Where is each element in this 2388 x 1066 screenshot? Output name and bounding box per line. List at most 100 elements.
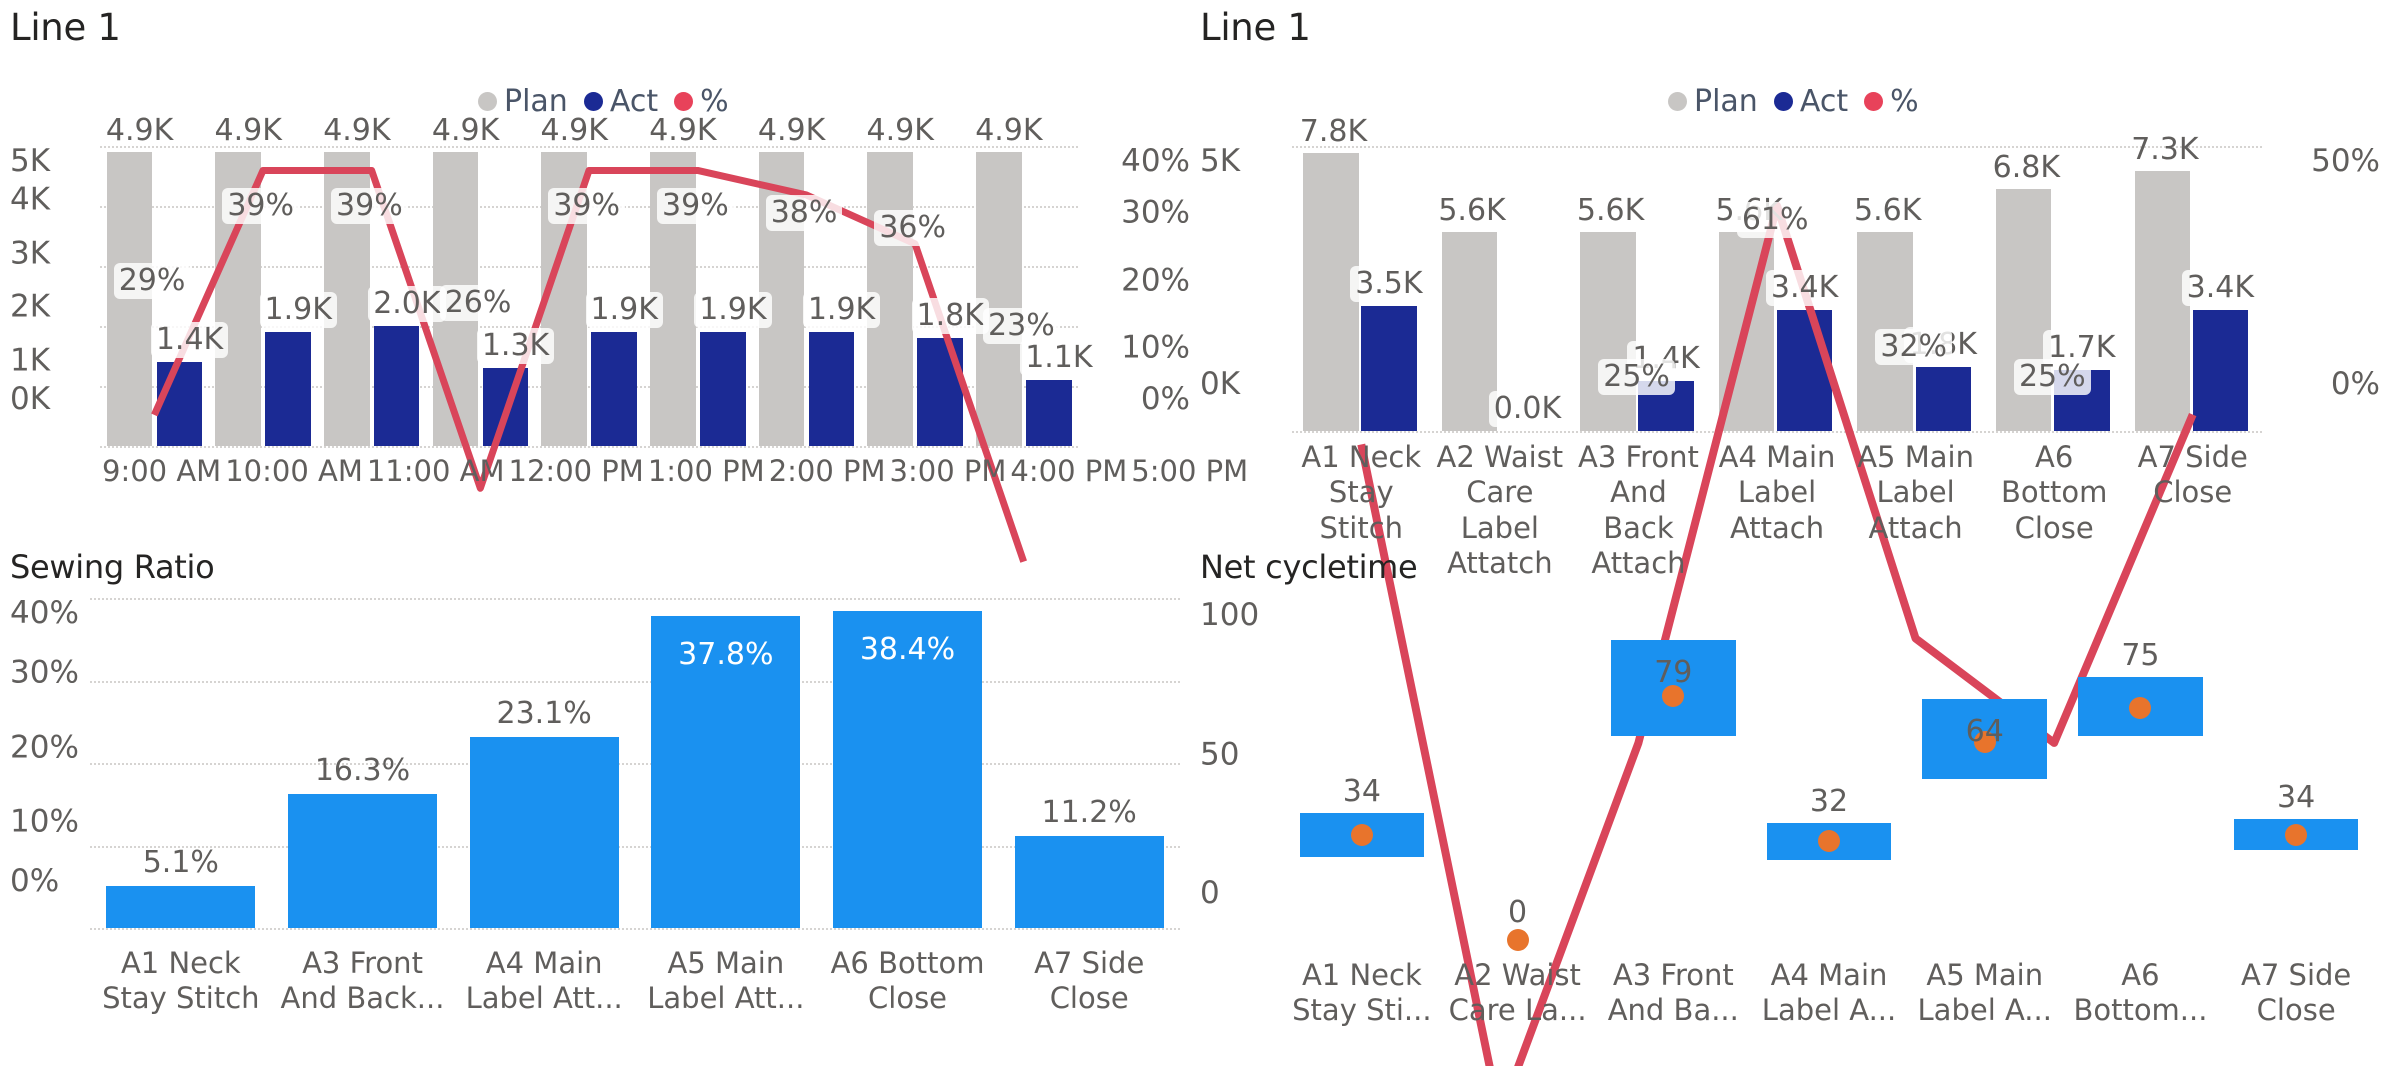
sewing-ratio-value-label: 37.8% bbox=[678, 637, 774, 673]
x-axis-label: 10:00 AM bbox=[225, 454, 363, 488]
plan-value-label: 7.3K bbox=[2131, 131, 2199, 167]
x-axis-label: A7 Side Close bbox=[1034, 946, 1145, 1016]
percent-value-label: 36% bbox=[874, 210, 952, 246]
x-axis-label: 4:00 PM bbox=[1010, 454, 1128, 488]
dashboard-root: Line 1 Plan Act % 5K 4K 3K 2K 1K 0K 40% 30% 20%… bbox=[0, 0, 2388, 1066]
x-axis-label: A4 Main Label A... bbox=[1761, 958, 1897, 1028]
cycletime-value-label: 75 bbox=[2121, 638, 2160, 674]
legend-dot-act-icon-2 bbox=[1773, 92, 1793, 111]
legend-dot-plan-icon bbox=[478, 92, 497, 111]
percent-value-label: 39% bbox=[657, 187, 734, 224]
cycletime-data-labels: 34 0 79 32 64 75 34 bbox=[1284, 600, 2374, 940]
axis-tick-label: 0% bbox=[1140, 381, 1190, 417]
x-axis-label: A1 Neck Stay Stitch bbox=[102, 946, 260, 1016]
hourly-y-axis-left: 5K 4K 3K 2K 1K 0K bbox=[10, 146, 50, 446]
plan-value-label: 4.9K bbox=[323, 113, 391, 148]
x-axis-label: 2:00 PM bbox=[768, 454, 886, 488]
panel-title-net-cycletime: Net cycletime bbox=[1200, 548, 1418, 586]
x-axis-label: 12:00 PM bbox=[508, 454, 644, 488]
sewing-ratio-value-label: 38.4% bbox=[859, 632, 956, 668]
x-axis-label: 9:00 AM bbox=[102, 454, 222, 488]
chart-sewing-ratio-plot-area: 40% 30% 20% 10% 0% 5.1% 16.3% 23.1% 37.8% 38.4% 1… bbox=[10, 598, 1190, 930]
cycletime-value-label: 79 bbox=[1654, 655, 1693, 691]
panel-sewing-ratio: Sewing Ratio 40% 30% 20% 10% 0% 5.1% 16.3% 23.… bbox=[10, 548, 1190, 1058]
axis-tick-label: 0 bbox=[1200, 875, 1220, 911]
plan-value-label: 5.6K bbox=[1438, 192, 1506, 228]
plan-value-label: 4.9K bbox=[757, 113, 826, 148]
sewing-ratio-value-label: 16.3% bbox=[314, 752, 411, 788]
legend-item-plan-2[interactable]: Plan bbox=[1668, 84, 1758, 119]
x-axis-label: A1 Neck Stay Sti... bbox=[1292, 958, 1432, 1028]
axis-tick-label: 0K bbox=[1200, 366, 1241, 402]
sewing-y-axis: 40% 30% 20% 10% 0% bbox=[10, 598, 79, 928]
sewing-data-labels: 5.1% 16.3% 23.1% 37.8% 38.4% 11.2% bbox=[90, 598, 1180, 928]
cycletime-plot: 34 0 79 32 64 75 34 bbox=[1284, 600, 2374, 951]
axis-tick-label: 40% bbox=[1121, 143, 1190, 179]
act-value-label: 1.1K bbox=[1020, 340, 1098, 376]
act-value-label: 3.5K bbox=[1350, 266, 1428, 303]
sewing-ratio-value-label: 23.1% bbox=[496, 696, 592, 732]
axis-tick-label: 5K bbox=[1200, 143, 1241, 179]
panel-title-sewing-ratio: Sewing Ratio bbox=[10, 548, 215, 586]
plan-value-label: 5.6K bbox=[1854, 192, 1922, 228]
x-axis-label: A3 Front And Ba... bbox=[1607, 958, 1739, 1028]
x-axis-label: 3:00 PM bbox=[889, 454, 1007, 488]
operation-plot: 7.8K5.6K5.6K5.6K5.6K6.8K7.3K3.5K0.0K1.4K… bbox=[1292, 117, 2262, 431]
legend-dot-act-icon bbox=[583, 92, 603, 111]
x-axis-label: A7 Side Close bbox=[2241, 958, 2352, 1028]
cycletime-value-label: 0 bbox=[1508, 895, 1528, 930]
operation-y-axis-right: 50% 0% bbox=[2311, 146, 2380, 431]
act-value-label: 1.9K bbox=[802, 292, 881, 328]
act-value-label: 1.4K bbox=[150, 322, 229, 358]
percent-value-label: 23% bbox=[983, 307, 1060, 344]
plan-value-label: 7.8K bbox=[1299, 114, 1368, 150]
legend-item-percent-2[interactable]: % bbox=[1864, 84, 1919, 119]
legend-dot-plan-icon-2 bbox=[1668, 92, 1687, 111]
plan-value-label: 5.6K bbox=[1576, 192, 1645, 228]
panel-operation-line1: Line 1 Plan Act % 5K 0K 50% 0% 7.8K 5.6K… bbox=[1200, 6, 2380, 536]
hourly-x-axis: 9:00 AM 10:00 AM 11:00 AM 12:00 PM 1:00 PM 2:… bbox=[100, 454, 1248, 489]
plan-value-label: 4.9K bbox=[540, 113, 608, 148]
axis-tick-label: 5K bbox=[10, 143, 51, 179]
act-value-label: 2.0K bbox=[368, 286, 446, 322]
plan-value-label: 4.9K bbox=[866, 113, 934, 148]
percent-value-label: 25% bbox=[1598, 359, 1675, 396]
hourly-data-labels: 4.9K 4.9K 4.9K 4.9K 4.9K 4.9K 4.9K 4.9K 4.9K 1.4K… bbox=[100, 116, 1098, 446]
cycletime-value-label: 32 bbox=[1809, 783, 1849, 819]
axis-tick-label: 2K bbox=[10, 288, 51, 325]
x-axis-label: A6 Bottom Close bbox=[830, 946, 985, 1016]
legend-item-act-2[interactable]: Act bbox=[1773, 84, 1849, 119]
x-axis-label: 1:00 PM bbox=[647, 454, 765, 488]
cycletime-value-label: 34 bbox=[2277, 780, 2316, 816]
percent-value-label: 39% bbox=[548, 187, 626, 224]
cycletime-y-axis: 100 50 0 bbox=[1200, 600, 1259, 940]
percent-value-label: 25% bbox=[2013, 359, 2091, 396]
legend-label-act-2: Act bbox=[1799, 84, 1849, 119]
chart-hourly-plot-area: 5K 4K 3K 2K 1K 0K 40% 30% 20% 10% 0% 4.9K 4.9K 4.9K… bbox=[10, 116, 1190, 446]
legend-operation: Plan Act % bbox=[1668, 84, 1919, 119]
axis-tick-label: 50% bbox=[2311, 143, 2380, 179]
chart-net-cycletime-plot-area: 100 50 0 34 0 79 32 64 75 34 bbox=[1200, 600, 2388, 951]
chart-operation-plot-area: 5K0K 50%0% 7.8K5.6K5.6K5.6K5.6K6.8K7.3K3… bbox=[1200, 117, 2380, 431]
x-axis-label: A5 Main Label Att... bbox=[647, 946, 805, 1016]
panel-title-operation: Line 1 bbox=[1200, 6, 1311, 49]
act-value-label: 1.9K bbox=[585, 292, 663, 328]
plan-value-label: 4.9K bbox=[975, 113, 1043, 148]
x-axis-label: A5 Main Label A... bbox=[1917, 958, 2052, 1028]
act-value-label: 1.8K bbox=[911, 298, 989, 334]
sewing-ratio-value-label: 5.1% bbox=[142, 844, 219, 880]
legend-label-percent-2: % bbox=[1890, 84, 1919, 119]
percent-value-label: 61% bbox=[1736, 201, 1814, 238]
plan-value-label: 4.9K bbox=[214, 113, 282, 148]
x-axis-label: 11:00 AM bbox=[366, 454, 505, 488]
percent-value-label: 29% bbox=[113, 262, 191, 299]
axis-tick-label: 0% bbox=[10, 863, 60, 899]
axis-tick-label: 40% bbox=[10, 595, 79, 631]
panel-net-cycletime: Net cycletime 100 50 0 34 0 79 32 64 75 34 A1 Ne… bbox=[1200, 548, 2388, 1058]
operation-y-axis-left: 5K 0K bbox=[1200, 146, 1240, 431]
act-value-label: 3.4K bbox=[2181, 269, 2260, 306]
cycletime-x-axis: A1 Neck Stay Sti... A2 Waist Care La... A3… bbox=[1284, 958, 2374, 1029]
plan-value-label: 4.9K bbox=[649, 113, 717, 148]
panel-hourly-line1: Line 1 Plan Act % 5K 4K 3K 2K 1K 0K 40% 30% 20%… bbox=[10, 6, 1248, 496]
axis-tick-label: 1K bbox=[10, 342, 51, 379]
